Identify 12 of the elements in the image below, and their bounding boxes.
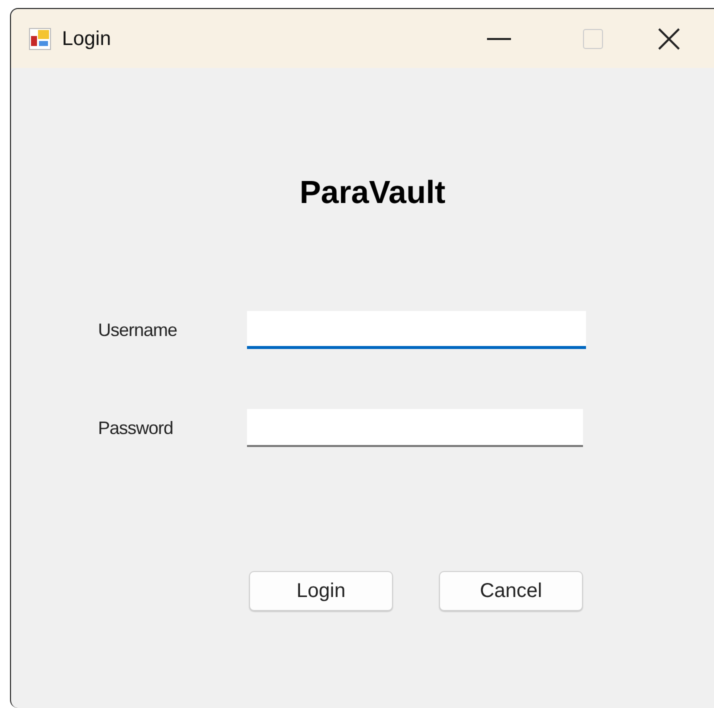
maximize-icon: [583, 28, 603, 48]
minimize-icon: [487, 38, 511, 40]
app-icon: [29, 28, 51, 50]
app-heading: ParaVault: [300, 176, 446, 208]
input-field[interactable]: [247, 409, 583, 447]
window-title: Login: [62, 26, 111, 52]
close-icon: [658, 28, 680, 50]
field-label: Password: [98, 416, 174, 440]
dialog-button[interactable]: Cancel: [439, 571, 583, 611]
dialog-button[interactable]: Login: [249, 571, 393, 611]
input-field[interactable]: [247, 311, 586, 349]
field-label: Username: [98, 318, 178, 342]
